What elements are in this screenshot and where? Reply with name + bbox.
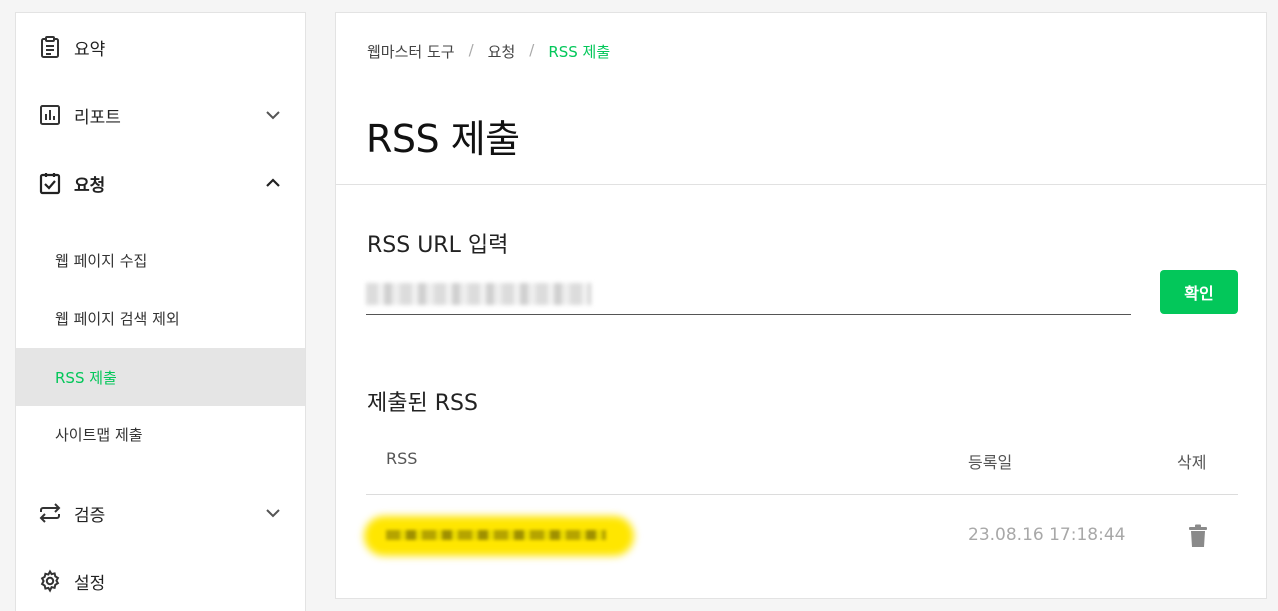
- redacted-url-value: [366, 283, 591, 305]
- column-header-delete: 삭제: [1177, 453, 1207, 472]
- breadcrumb-item[interactable]: 웹마스터 도구: [367, 41, 455, 62]
- redacted-rss-url[interactable]: [386, 530, 606, 540]
- sidebar-item-label: 요청: [74, 175, 106, 196]
- sidebar-subitem-rss-submit[interactable]: RSS 제출: [16, 348, 305, 406]
- column-header-rss: RSS: [386, 449, 418, 468]
- clipboard-icon: [37, 34, 63, 60]
- sidebar: 요약 리포트 요청 웹 페이지 수집 웹 페이지 검색 제외 RSS 제출 사이…: [15, 12, 306, 611]
- sidebar-subitem-label: 웹 페이지 검색 제외: [55, 309, 180, 328]
- gear-icon: [37, 568, 63, 594]
- table-divider: [366, 494, 1238, 495]
- sidebar-item-label: 설정: [74, 573, 106, 594]
- chevron-up-icon[interactable]: [263, 173, 283, 193]
- sidebar-item-request[interactable]: 요청: [16, 157, 305, 209]
- sidebar-subitem-search-exclude[interactable]: 웹 페이지 검색 제외: [16, 289, 305, 347]
- breadcrumb-current: RSS 제출: [548, 43, 611, 61]
- sidebar-subitem-sitemap-submit[interactable]: 사이트맵 제출: [16, 405, 305, 463]
- delete-button[interactable]: [1186, 523, 1210, 549]
- clipboard-check-icon: [37, 170, 63, 196]
- submitted-rss-title: 제출된 RSS: [367, 391, 478, 416]
- sidebar-item-label: 리포트: [74, 107, 121, 128]
- sidebar-item-label: 검증: [74, 505, 106, 526]
- sidebar-subitem-page-collect[interactable]: 웹 페이지 수집: [16, 231, 305, 289]
- divider: [336, 184, 1266, 185]
- registration-date: 23.08.16 17:18:44: [968, 525, 1126, 545]
- sidebar-item-settings[interactable]: 설정: [16, 555, 305, 607]
- chevron-down-icon[interactable]: [263, 503, 283, 523]
- swap-arrows-icon: [37, 500, 63, 526]
- sidebar-item-summary[interactable]: 요약: [16, 21, 305, 73]
- bar-chart-icon: [37, 102, 63, 128]
- breadcrumb-item[interactable]: 요청: [488, 41, 516, 62]
- breadcrumb-separator: /: [529, 41, 535, 59]
- sidebar-subitem-label: 웹 페이지 수집: [55, 251, 148, 270]
- sidebar-item-report[interactable]: 리포트: [16, 89, 305, 141]
- page-title: RSS 제출: [366, 117, 520, 161]
- sidebar-subitem-label: RSS 제출: [55, 368, 117, 387]
- sidebar-item-label: 요약: [74, 39, 106, 60]
- breadcrumb: 웹마스터 도구 / 요청 / RSS 제출: [367, 41, 610, 62]
- sidebar-subitem-label: 사이트맵 제출: [55, 425, 143, 444]
- rss-url-input-title: RSS URL 입력: [367, 233, 509, 258]
- sidebar-item-verify[interactable]: 검증: [16, 487, 305, 539]
- trash-icon: [1189, 524, 1207, 547]
- chevron-down-icon[interactable]: [263, 105, 283, 125]
- main-panel: 웹마스터 도구 / 요청 / RSS 제출 RSS 제출 RSS URL 입력 …: [335, 12, 1267, 599]
- confirm-button[interactable]: 확인: [1160, 270, 1238, 314]
- breadcrumb-separator: /: [468, 41, 474, 59]
- column-header-date: 등록일: [968, 453, 1013, 472]
